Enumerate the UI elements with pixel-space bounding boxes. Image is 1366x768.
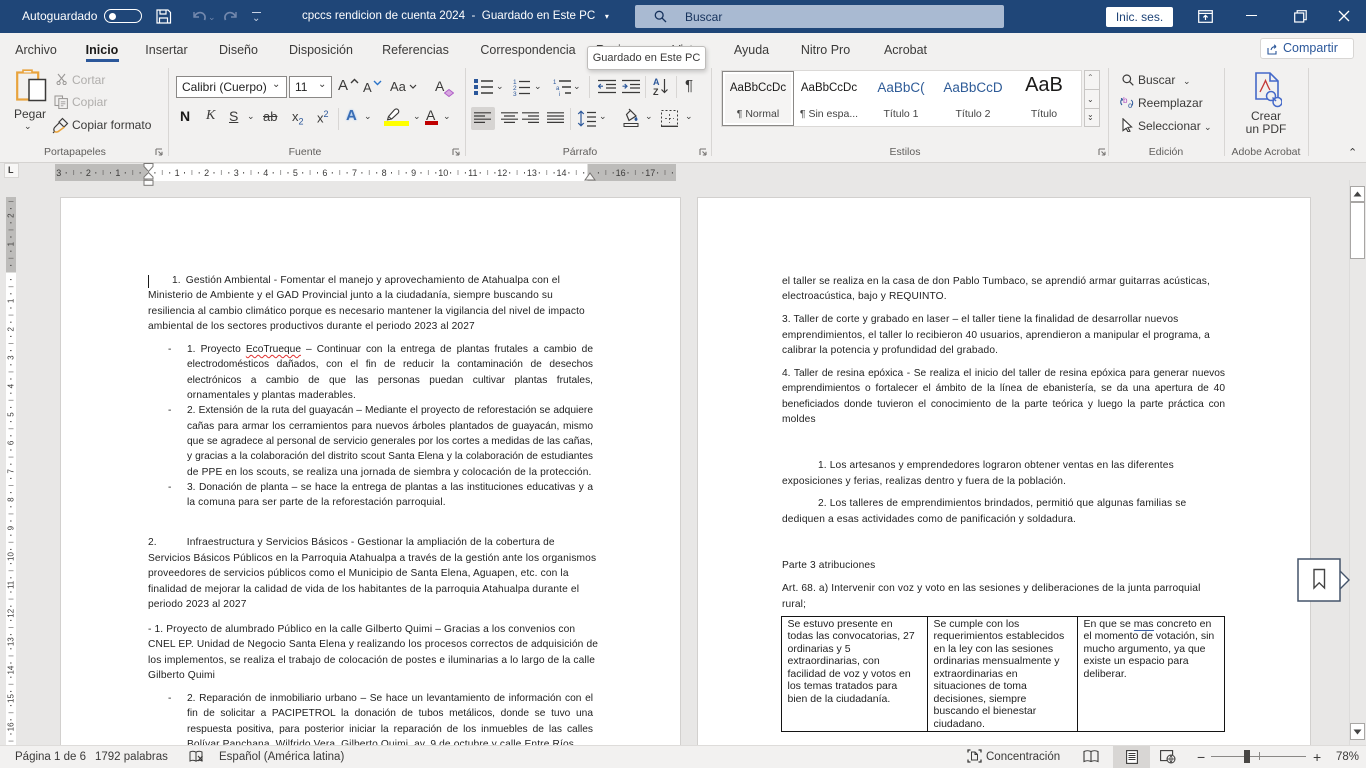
svg-text:6: 6: [322, 168, 327, 178]
svg-text:13: 13: [7, 637, 16, 646]
svg-text:9: 9: [7, 525, 16, 530]
svg-text:5: 5: [293, 168, 298, 178]
svg-text:8: 8: [7, 497, 16, 502]
svg-text:14: 14: [7, 665, 16, 674]
svg-text:4: 4: [7, 383, 16, 388]
svg-text:15: 15: [7, 694, 16, 703]
svg-text:7: 7: [352, 168, 357, 178]
svg-text:9: 9: [411, 168, 416, 178]
svg-text:1: 1: [115, 168, 120, 178]
svg-text:7: 7: [7, 469, 16, 474]
svg-text:16: 16: [7, 722, 16, 731]
svg-text:3: 3: [7, 355, 16, 360]
svg-text:17: 17: [645, 168, 655, 178]
svg-text:16: 16: [616, 168, 626, 178]
svg-text:c: c: [1128, 101, 1132, 109]
svg-text:2: 2: [7, 327, 16, 332]
svg-text:2: 2: [7, 213, 16, 218]
svg-text:3: 3: [56, 168, 61, 178]
svg-text:10: 10: [7, 552, 16, 561]
svg-text:1: 1: [7, 241, 16, 246]
svg-text:5: 5: [7, 412, 16, 417]
svg-text:6: 6: [7, 440, 16, 445]
svg-text:4: 4: [263, 168, 268, 178]
svg-text:8: 8: [382, 168, 387, 178]
svg-text:i: i: [559, 92, 560, 96]
svg-text:1: 1: [175, 168, 180, 178]
svg-text:2: 2: [86, 168, 91, 178]
svg-text:Z: Z: [653, 87, 659, 96]
svg-text:10: 10: [438, 168, 448, 178]
svg-text:11: 11: [7, 580, 16, 589]
svg-text:2: 2: [204, 168, 209, 178]
svg-text:14: 14: [556, 168, 566, 178]
svg-text:3: 3: [234, 168, 239, 178]
svg-text:3: 3: [513, 91, 517, 96]
svg-text:13: 13: [527, 168, 537, 178]
svg-text:12: 12: [7, 608, 16, 617]
svg-text:1: 1: [7, 298, 16, 303]
svg-text:12: 12: [497, 168, 507, 178]
svg-text:11: 11: [468, 168, 477, 178]
svg-text:A: A: [653, 77, 660, 87]
